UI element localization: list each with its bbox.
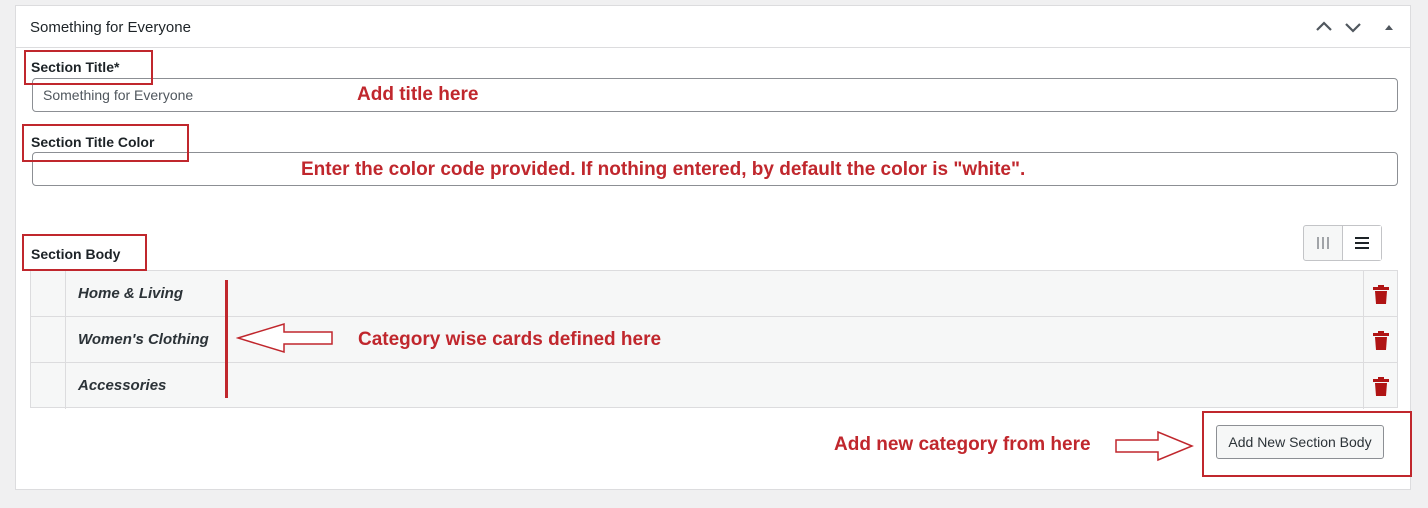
- chevron-up-icon[interactable]: [1313, 16, 1335, 38]
- panel-title: Something for Everyone: [30, 19, 191, 36]
- annotation-add-note: Add new category from here: [834, 434, 1091, 455]
- delete-cell: [1363, 363, 1397, 409]
- trash-icon[interactable]: [1372, 285, 1390, 310]
- drag-handle[interactable]: [31, 317, 66, 362]
- annotation-title-note: Add title here: [357, 84, 479, 105]
- row-label: Women's Clothing: [78, 331, 209, 348]
- delete-cell: [1363, 317, 1397, 362]
- panel-header: Something for Everyone: [16, 6, 1410, 48]
- annotation-bracket-line: [225, 280, 228, 398]
- triangle-up-icon[interactable]: [1378, 16, 1400, 38]
- row-label: Accessories: [78, 377, 167, 394]
- trash-icon[interactable]: [1372, 331, 1390, 356]
- rows-icon[interactable]: [1343, 226, 1381, 260]
- annotation-cards-note: Category wise cards defined here: [358, 329, 662, 350]
- list-item[interactable]: Home & Living: [31, 271, 1397, 317]
- arrow-right-icon: [1115, 430, 1194, 462]
- annotation-box-color: [22, 124, 189, 162]
- trash-icon[interactable]: [1372, 377, 1390, 402]
- annotation-box-body: [22, 234, 147, 271]
- annotation-box-title: [24, 50, 153, 85]
- delete-cell: [1363, 271, 1397, 316]
- columns-icon[interactable]: [1304, 226, 1343, 260]
- section-title-input[interactable]: [32, 78, 1398, 112]
- list-item[interactable]: Accessories: [31, 363, 1397, 409]
- view-toggle: [1303, 225, 1382, 261]
- drag-handle[interactable]: [31, 271, 66, 316]
- chevron-down-icon[interactable]: [1342, 16, 1364, 38]
- drag-handle[interactable]: [31, 363, 66, 409]
- arrow-left-icon: [236, 322, 333, 354]
- annotation-box-add-button: [1202, 411, 1412, 477]
- annotation-color-note: Enter the color code provided. If nothin…: [301, 159, 1026, 180]
- row-label: Home & Living: [78, 285, 184, 302]
